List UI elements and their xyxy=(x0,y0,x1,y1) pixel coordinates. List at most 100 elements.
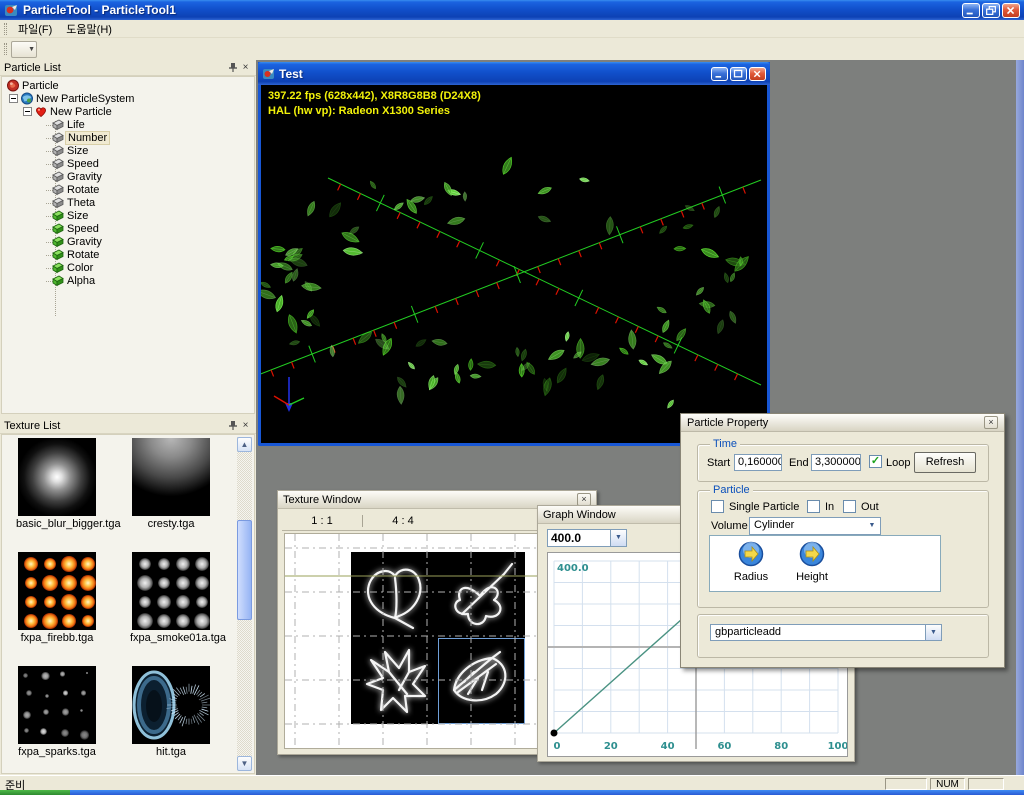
volume-combobox[interactable]: Cylinder ▼ xyxy=(749,517,881,535)
texture-item[interactable]: basic_blur_bigger.tga xyxy=(16,438,98,530)
render-viewport[interactable]: 397.22 fps (628x442), X8R8G8B8 (D24X8) H… xyxy=(261,85,767,440)
param-item-height[interactable]: Height xyxy=(787,541,837,583)
pin-icon[interactable] xyxy=(226,420,239,432)
menu-file[interactable]: 파일(F) xyxy=(11,19,59,39)
close-button[interactable] xyxy=(1002,3,1020,18)
texture-thumbnail-smoke-grid[interactable] xyxy=(132,552,210,630)
texture-item[interactable]: fxpa_sparks.tga xyxy=(16,666,98,758)
close-icon[interactable]: × xyxy=(239,420,252,432)
close-icon[interactable]: × xyxy=(239,62,252,74)
pin-icon[interactable] xyxy=(226,62,239,74)
tree-item-new-particlesystem[interactable]: New ParticleSystem xyxy=(20,92,136,105)
maximize-button[interactable] xyxy=(730,67,747,81)
tree-item-color[interactable]: Color xyxy=(51,261,95,274)
tree-item-gravity[interactable]: Gravity xyxy=(51,235,104,248)
menu-bar: 파일(F) 도움말(H) xyxy=(0,20,1024,38)
texture-thumbnail-hit[interactable] xyxy=(132,666,210,744)
tree-expander-minus[interactable] xyxy=(23,107,32,116)
loop-checkbox[interactable]: ✓ xyxy=(869,455,882,468)
tree-item-label: Rotate xyxy=(65,249,101,261)
test-window-titlebar[interactable]: Test xyxy=(258,62,770,85)
chevron-down-icon[interactable]: ▼ xyxy=(864,518,880,534)
menu-help[interactable]: 도움말(H) xyxy=(59,19,119,39)
texture-item[interactable]: hit.tga xyxy=(130,666,212,758)
texture-item[interactable]: fxpa_smoke01a.tga xyxy=(130,552,212,644)
tree-item-rotate[interactable]: Rotate xyxy=(51,248,101,261)
tab-1-1[interactable]: 1 : 1 xyxy=(282,513,362,530)
scrollbar-thumb[interactable] xyxy=(237,520,252,620)
refresh-button[interactable]: Refresh xyxy=(914,452,976,473)
box-green-icon xyxy=(51,209,65,222)
leaf-particle xyxy=(500,156,514,176)
window-right-border xyxy=(1016,60,1024,775)
tree-item-label: Alpha xyxy=(65,275,97,287)
spark-sprite xyxy=(43,709,50,716)
spark-sprite xyxy=(81,690,86,695)
texture-item[interactable]: cresty.tga xyxy=(130,438,212,530)
tree-item-rotate[interactable]: Rotate xyxy=(51,183,101,196)
restore-button[interactable] xyxy=(982,3,1000,18)
scroll-down-button[interactable]: ▼ xyxy=(237,756,252,771)
close-icon[interactable]: × xyxy=(984,416,998,429)
box-gray-icon xyxy=(51,196,65,209)
tree-item-size[interactable]: Size xyxy=(51,144,90,157)
tree-item-label: Speed xyxy=(65,223,101,235)
chevron-down-icon[interactable]: ▼ xyxy=(925,625,941,640)
texture-name: fxpa_firebb.tga xyxy=(16,632,98,644)
leaf-particle xyxy=(666,399,675,409)
menu-grip[interactable] xyxy=(4,23,7,35)
chevron-down-icon: ▼ xyxy=(28,46,35,53)
leaf-particle xyxy=(423,195,434,206)
out-checkbox[interactable] xyxy=(843,500,856,513)
box-green-icon xyxy=(51,274,65,287)
smoke-sprite xyxy=(158,558,170,570)
single-particle-checkbox[interactable] xyxy=(711,500,724,513)
texture-combobox[interactable]: gbparticleadd ▼ xyxy=(710,624,942,641)
tree-item-theta[interactable]: Theta xyxy=(51,196,97,209)
graph-value-combobox[interactable]: 400.0 ▼ xyxy=(547,529,627,547)
texture-thumbnail-sparks[interactable] xyxy=(18,666,96,744)
end-label: End xyxy=(789,457,809,469)
tree-item-label: New ParticleSystem xyxy=(34,93,136,105)
texture-thumbnail-fire-grid[interactable] xyxy=(18,552,96,630)
leaf-particle xyxy=(369,180,377,189)
tree-item-gravity[interactable]: Gravity xyxy=(51,170,104,183)
leaf-particle xyxy=(515,347,519,356)
texture-combo-value: gbparticleadd xyxy=(711,625,925,640)
tree-item-new-particle[interactable]: New Particle xyxy=(34,105,114,118)
volume-parameter-list[interactable]: Radius Height xyxy=(709,535,941,592)
tree-item-alpha[interactable]: Alpha xyxy=(51,274,97,287)
scroll-up-button[interactable]: ▲ xyxy=(237,437,252,452)
texture-thumbnail-crest[interactable] xyxy=(132,438,210,516)
chevron-down-icon[interactable]: ▼ xyxy=(610,530,626,546)
toolbar-grip[interactable] xyxy=(4,43,7,55)
tab-4-4[interactable]: 4 : 4 xyxy=(363,513,443,530)
tree-item-speed[interactable]: Speed xyxy=(51,222,101,235)
tree-item-size[interactable]: Size xyxy=(51,209,90,222)
tree-expander-minus[interactable] xyxy=(9,94,18,103)
tree-item-number[interactable]: Number xyxy=(51,131,110,144)
particle-list-header: Particle List × xyxy=(0,60,256,76)
particle-property-titlebar[interactable]: Particle Property × xyxy=(681,414,1004,432)
box-green-icon xyxy=(51,235,65,248)
leaf-particle xyxy=(356,330,373,346)
minimize-button[interactable] xyxy=(711,67,728,81)
close-button[interactable] xyxy=(749,67,766,81)
leaf-particle xyxy=(700,246,720,260)
y-max-label: 400.0 xyxy=(557,563,589,574)
tree-item-particle[interactable]: Particle xyxy=(6,79,61,92)
spark-sprite xyxy=(63,690,69,696)
toolbar-dropdown-button[interactable]: ▼ xyxy=(11,41,37,58)
texture-thumbnail-blur[interactable] xyxy=(18,438,96,516)
param-item-radius[interactable]: Radius xyxy=(726,541,776,583)
start-label: Start xyxy=(707,457,730,469)
tree-item-speed[interactable]: Speed xyxy=(51,157,101,170)
end-input[interactable]: 3,300000 xyxy=(811,454,861,471)
start-button-edge[interactable] xyxy=(0,790,70,795)
tree-item-life[interactable]: Life xyxy=(51,118,87,131)
texture-item[interactable]: fxpa_firebb.tga xyxy=(16,552,98,644)
leaf-particle xyxy=(658,225,668,235)
minimize-button[interactable] xyxy=(962,3,980,18)
start-input[interactable]: 0,160000 xyxy=(734,454,782,471)
in-checkbox[interactable] xyxy=(807,500,820,513)
